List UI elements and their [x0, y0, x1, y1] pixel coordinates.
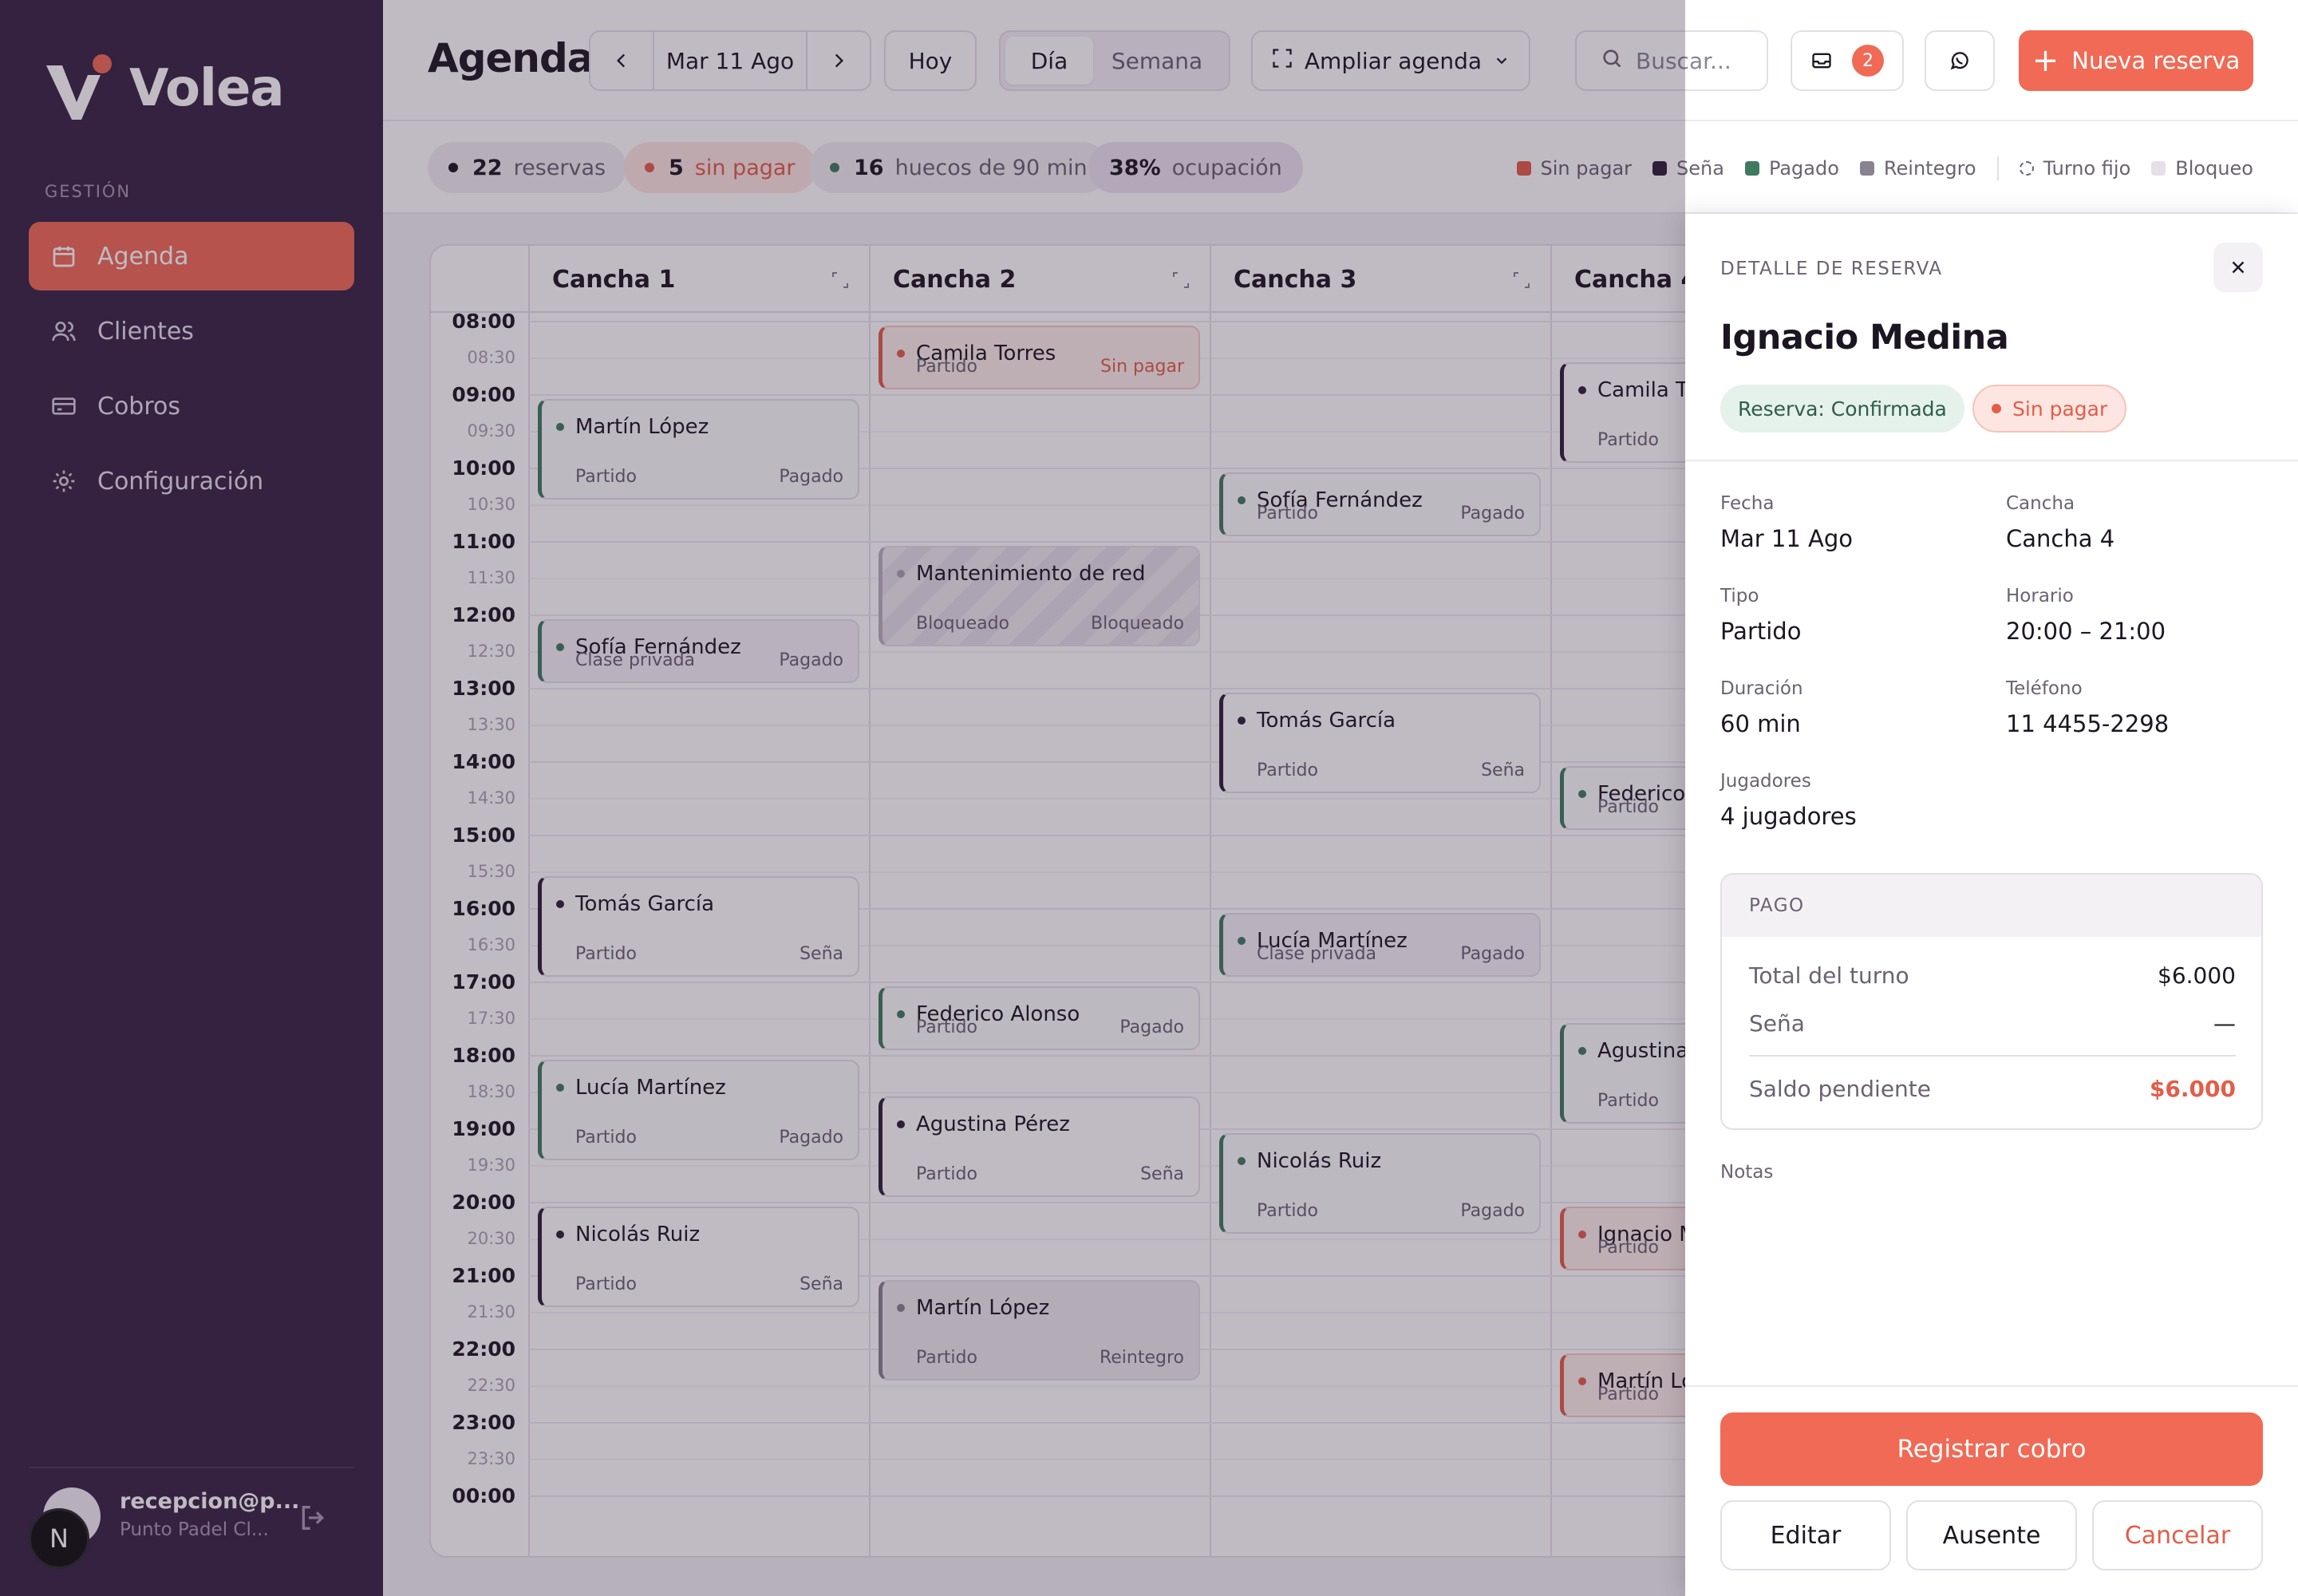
payment-title: PAGO	[1722, 875, 2261, 937]
payment-card: PAGO Total del turno $6.000 Seña — Saldo…	[1720, 873, 2263, 1130]
field-value: 20:00 – 21:00	[2006, 618, 2166, 645]
cancel-booking-button[interactable]: Cancelar	[2092, 1500, 2263, 1570]
payment-row-label: Seña	[1749, 1010, 1805, 1037]
payment-status-badge: Sin pagar	[1972, 385, 2127, 433]
field-horario: Horario 20:00 – 21:00	[2006, 586, 2166, 645]
payment-row-label: Total del turno	[1749, 962, 1909, 989]
field-label: Teléfono	[2006, 678, 2083, 699]
payment-sena: —	[2213, 1010, 2236, 1037]
close-panel-button[interactable]	[2213, 243, 2263, 292]
legend-reintegro: Reintegro	[1859, 157, 1976, 180]
field-telefono: Teléfono 11 4455-2298	[2006, 678, 2169, 737]
field-value: 11 4455-2298	[2006, 710, 2170, 737]
panel-footer-divider	[1685, 1385, 2298, 1387]
legend-turno-fijo: Turno fijo	[2019, 157, 2130, 180]
field-value: Partido	[1720, 618, 1802, 645]
modal-overlay[interactable]	[0, 0, 1685, 1596]
field-tipo: Tipo Partido	[1720, 586, 1801, 645]
inbox-button[interactable]: 2	[1791, 30, 1904, 91]
inbox-count-badge: 2	[1852, 45, 1884, 77]
payment-divider	[1749, 1055, 2236, 1057]
new-booking-button[interactable]: + Nueva reserva	[2019, 30, 2253, 91]
inbox-icon	[1812, 53, 1831, 69]
payment-status-label: Sin pagar	[2012, 397, 2108, 421]
payment-saldo: $6.000	[2149, 1076, 2236, 1102]
field-label: Cancha	[2006, 493, 2075, 514]
panel-divider	[1685, 460, 2298, 461]
payment-sena-row: Seña —	[1749, 1010, 2236, 1037]
field-label: Duración	[1720, 678, 1803, 699]
new-booking-label: Nueva reserva	[2071, 47, 2241, 74]
booking-detail-panel: DETALLE DE RESERVA Ignacio Medina Reserv…	[1685, 214, 2298, 1596]
field-duracion: Duración 60 min	[1720, 678, 1803, 737]
field-value: Mar 11 Ago	[1720, 525, 1854, 552]
whatsapp-button[interactable]	[1925, 30, 1995, 91]
field-value: 60 min	[1720, 710, 1801, 737]
payment-row-label: Saldo pendiente	[1749, 1076, 1931, 1102]
customer-name: Ignacio Medina	[1720, 318, 2009, 358]
status-dot	[1992, 404, 2001, 413]
absent-button[interactable]: Ausente	[1906, 1500, 2077, 1570]
close-icon	[2232, 261, 2245, 274]
legend-pagado: Pagado	[1744, 157, 1839, 180]
booking-state-badge: Reserva: Confirmada	[1720, 385, 1964, 433]
legend-bloqueo: Bloqueo	[2151, 157, 2253, 180]
field-value: 4 jugadores	[1720, 803, 1857, 830]
payment-total-row: Total del turno $6.000	[1749, 962, 2236, 989]
register-payment-button[interactable]: Registrar cobro	[1720, 1412, 2263, 1486]
field-label: Horario	[2006, 586, 2074, 606]
plus-icon: +	[2031, 42, 2059, 79]
legend-separator	[1996, 156, 1999, 180]
field-label: Tipo	[1720, 586, 1759, 606]
panel-label: DETALLE DE RESERVA	[1720, 259, 1943, 279]
payment-total: $6.000	[2158, 962, 2236, 989]
field-jugadores: Jugadores 4 jugadores	[1720, 771, 1857, 830]
edit-button[interactable]: Editar	[1720, 1500, 1891, 1570]
field-label: Fecha	[1720, 493, 1775, 514]
notes-label: Notas	[1720, 1162, 1774, 1183]
field-value: Cancha 4	[2006, 525, 2115, 552]
whatsapp-icon	[1950, 52, 1968, 70]
field-fecha: Fecha Mar 11 Ago	[1720, 493, 1853, 552]
field-label: Jugadores	[1720, 771, 1811, 792]
payment-saldo-row: Saldo pendiente $6.000	[1749, 1076, 2236, 1102]
field-cancha: Cancha Cancha 4	[2006, 493, 2114, 552]
